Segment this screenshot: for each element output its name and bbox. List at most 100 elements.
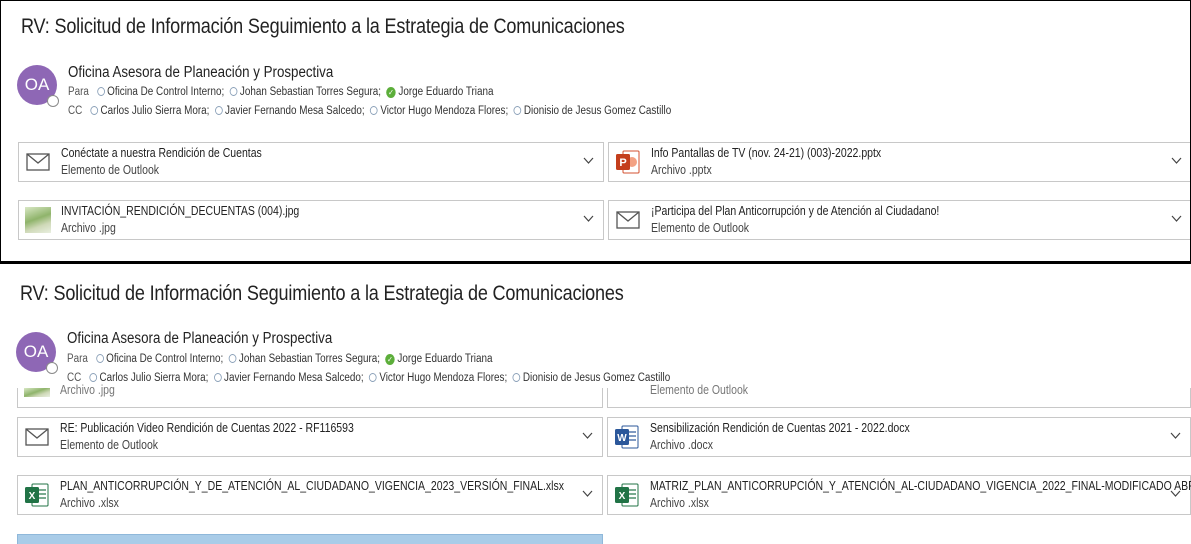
attachment-item[interactable]: Conéctate a nuestra Rendición de Cuentas… xyxy=(18,142,604,182)
presence-unknown-icon xyxy=(512,373,521,382)
attachment-item-partial[interactable]: Archivo .jpg xyxy=(17,383,603,408)
image-thumbnail-icon xyxy=(24,388,50,397)
attachment-type: Archivo .xlsx xyxy=(650,496,709,510)
chevron-down-icon[interactable] xyxy=(1170,488,1181,499)
outlook-item-icon xyxy=(26,153,50,171)
presence-unknown-icon xyxy=(89,373,97,382)
recipient[interactable]: Dionisio de Jesus Gomez Castillo xyxy=(513,105,672,117)
recipient-name: Carlos Julio Sierra Mora; xyxy=(99,372,209,384)
chevron-down-icon[interactable] xyxy=(582,430,593,441)
chevron-down-icon[interactable] xyxy=(1171,213,1182,224)
recipient-name: Victor Hugo Mendoza Flores; xyxy=(379,372,508,384)
attachment-name: RE: Publicación Video Rendición de Cuent… xyxy=(60,421,354,435)
recipient-name: Jorge Eduardo Triana xyxy=(397,353,493,365)
to-line: Para Oficina De Control Interno; Johan S… xyxy=(67,353,492,365)
attachment-item[interactable]: X PLAN_ANTICORRUPCIÓN_Y_DE_ATENCIÓN_AL_C… xyxy=(17,475,603,515)
outlook-item-icon xyxy=(616,211,640,229)
presence-unknown-icon xyxy=(213,373,222,382)
chevron-down-icon[interactable] xyxy=(1170,430,1181,441)
chevron-down-icon[interactable] xyxy=(583,213,594,224)
attachment-item[interactable]: W Sensibilización Rendición de Cuentas 2… xyxy=(607,417,1191,457)
presence-available-icon: ✓ xyxy=(385,354,395,365)
recipient[interactable]: Johan Sebastian Torres Segura; xyxy=(228,353,380,365)
presence-unknown-icon xyxy=(90,106,98,115)
recipient[interactable]: Javier Fernando Mesa Salcedo; xyxy=(213,372,364,384)
recipient[interactable]: Javier Fernando Mesa Salcedo; xyxy=(214,105,365,117)
recipient[interactable]: ✓ Jorge Eduardo Triana xyxy=(386,86,493,98)
attachment-name: Sensibilización Rendición de Cuentas 202… xyxy=(650,421,910,435)
image-thumbnail-icon xyxy=(25,207,51,233)
recipient[interactable]: Carlos Julio Sierra Mora; xyxy=(90,105,209,117)
outlook-item-icon xyxy=(25,428,49,446)
presence-status-icon xyxy=(47,95,59,107)
attachment-item[interactable]: INVITACIÓN_RENDICIÓN_DECUENTAS (004).jpg… xyxy=(18,200,604,240)
chevron-down-icon[interactable] xyxy=(1171,155,1182,166)
svg-text:X: X xyxy=(29,491,36,502)
powerpoint-icon: P xyxy=(616,150,640,174)
recipient-name: Jorge Eduardo Triana xyxy=(398,86,494,98)
recipient-name: Dionisio de Jesus Gomez Castillo xyxy=(523,105,672,117)
chevron-down-icon[interactable] xyxy=(583,155,594,166)
attachment-type: Archivo .jpg xyxy=(61,221,116,235)
chevron-down-icon[interactable] xyxy=(582,488,593,499)
recipient-name: Oficina De Control Interno; xyxy=(106,353,224,365)
presence-unknown-icon xyxy=(214,106,223,115)
recipient[interactable]: Victor Hugo Mendoza Flores; xyxy=(369,105,509,117)
recipient-name: Victor Hugo Mendoza Flores; xyxy=(380,105,509,117)
attachment-item[interactable]: P Info Pantallas de TV (nov. 24-21) (003… xyxy=(608,142,1190,182)
attachment-item-selected[interactable] xyxy=(17,534,603,544)
sender-name[interactable]: Oficina Asesora de Planeación y Prospect… xyxy=(67,330,332,348)
presence-status-icon xyxy=(46,362,58,374)
attachment-item[interactable]: ¡Participa del Plan Anticorrupción y de … xyxy=(608,200,1190,240)
attachment-name: PLAN_ANTICORRUPCIÓN_Y_DE_ATENCIÓN_AL_CIU… xyxy=(60,479,564,493)
attachment-type: Archivo .pptx xyxy=(651,163,712,177)
attachment-item[interactable]: RE: Publicación Video Rendición de Cuent… xyxy=(17,417,603,457)
recipient[interactable]: Oficina De Control Interno; xyxy=(96,86,225,98)
presence-unknown-icon xyxy=(96,87,105,96)
to-line: Para Oficina De Control Interno; Johan S… xyxy=(68,86,493,98)
recipient-name: Oficina De Control Interno; xyxy=(107,86,225,98)
sender-name[interactable]: Oficina Asesora de Planeación y Prospect… xyxy=(68,64,333,82)
attachment-type: Elemento de Outlook xyxy=(61,163,160,177)
attachment-type: Elemento de Outlook xyxy=(651,221,750,235)
excel-icon: X xyxy=(615,483,639,507)
svg-text:P: P xyxy=(619,157,626,169)
presence-unknown-icon xyxy=(228,354,237,363)
cc-label: CC xyxy=(68,105,83,117)
presence-unknown-icon xyxy=(229,87,238,96)
excel-icon: X xyxy=(25,483,49,507)
email-panel-top: RV: Solicitud de Información Seguimiento… xyxy=(0,0,1191,262)
attachment-item[interactable]: X MATRIZ_PLAN_ANTICORRUPCIÓN_Y_ATENCIÓN_… xyxy=(607,475,1191,515)
attachment-name: MATRIZ_PLAN_ANTICORRUPCIÓN_Y_ATENCIÓN_AL… xyxy=(650,479,1191,493)
recipient[interactable]: Victor Hugo Mendoza Flores; xyxy=(368,372,508,384)
recipient[interactable]: Oficina De Control Interno; xyxy=(95,353,224,365)
presence-unknown-icon xyxy=(368,373,377,382)
recipient[interactable]: ✓ Jorge Eduardo Triana xyxy=(385,353,492,365)
presence-unknown-icon xyxy=(513,106,522,115)
attachment-name: Info Pantallas de TV (nov. 24-21) (003)-… xyxy=(651,146,882,160)
avatar-initials: OA xyxy=(24,75,50,94)
attachment-item-partial[interactable]: Elemento de Outlook xyxy=(607,383,1191,408)
recipient-name: Dionisio de Jesus Gomez Castillo xyxy=(522,372,671,384)
presence-unknown-icon xyxy=(95,354,104,363)
email-subject: RV: Solicitud de Información Seguimiento… xyxy=(20,282,624,305)
svg-text:W: W xyxy=(617,433,627,444)
avatar-initials: OA xyxy=(23,342,49,361)
recipient-name: Johan Sebastian Torres Segura; xyxy=(238,353,380,365)
attachment-type: Elemento de Outlook xyxy=(650,383,749,397)
attachment-type: Elemento de Outlook xyxy=(60,438,159,452)
attachment-name: Conéctate a nuestra Rendición de Cuentas xyxy=(61,146,262,160)
to-label: Para xyxy=(68,86,89,98)
to-label: Para xyxy=(67,353,88,365)
presence-available-icon: ✓ xyxy=(386,87,396,98)
word-icon: W xyxy=(615,425,639,449)
recipient[interactable]: Dionisio de Jesus Gomez Castillo xyxy=(512,372,671,384)
recipient[interactable]: Johan Sebastian Torres Segura; xyxy=(229,86,381,98)
attachment-type: Archivo .xlsx xyxy=(60,496,119,510)
recipient-name: Carlos Julio Sierra Mora; xyxy=(100,105,210,117)
attachment-name: INVITACIÓN_RENDICIÓN_DECUENTAS (004).jpg xyxy=(61,204,300,218)
email-panel-bottom: RV: Solicitud de Información Seguimiento… xyxy=(0,262,1191,544)
recipient-name: Johan Sebastian Torres Segura; xyxy=(239,86,381,98)
cc-line: CC Carlos Julio Sierra Mora; Javier Fern… xyxy=(67,372,670,384)
attachment-type: Archivo .docx xyxy=(650,438,714,452)
